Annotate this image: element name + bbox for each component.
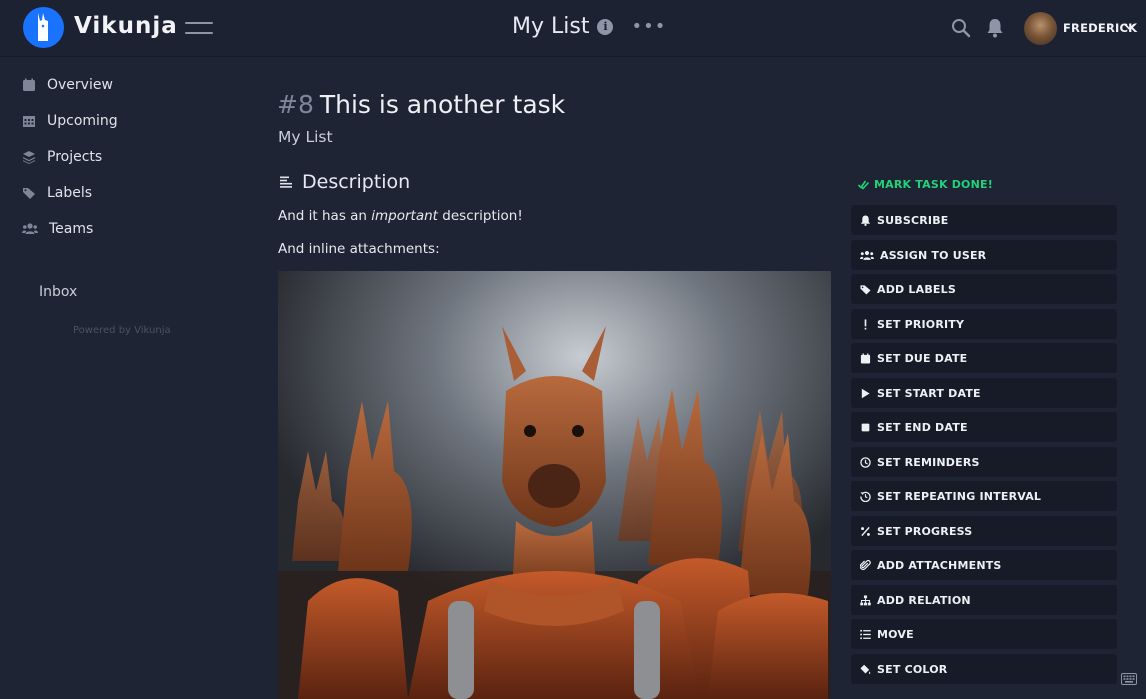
set-repeating-interval-button[interactable]: SET REPEATING INTERVAL bbox=[851, 481, 1117, 511]
subscribe-label: SUBSCRIBE bbox=[877, 213, 949, 227]
task-project-link[interactable]: My List bbox=[278, 128, 333, 146]
description-text: And it has an bbox=[278, 208, 367, 224]
play-icon bbox=[861, 388, 870, 398]
more-options-icon[interactable]: ••• bbox=[631, 17, 666, 36]
subscribe-button[interactable]: SUBSCRIBE bbox=[851, 205, 1117, 235]
set-reminders-label: SET REMINDERS bbox=[877, 455, 980, 469]
percent-icon bbox=[861, 526, 870, 536]
llama-illustration bbox=[278, 271, 831, 699]
history-icon bbox=[860, 491, 871, 502]
sitemap-icon bbox=[860, 594, 871, 605]
assign-to-user-label: ASSIGN TO USER bbox=[880, 248, 987, 262]
sidebar-item-teams[interactable]: Teams bbox=[22, 221, 93, 237]
set-color-label: SET COLOR bbox=[877, 662, 948, 676]
mark-task-done-label: MARK TASK DONE! bbox=[874, 178, 993, 191]
paperclip-icon bbox=[860, 559, 871, 570]
add-attachments-label: ADD ATTACHMENTS bbox=[877, 558, 1002, 572]
sidebar-item-label: Overview bbox=[47, 77, 113, 93]
sidebar-item-labels[interactable]: Labels bbox=[22, 185, 92, 201]
inline-attachment-image[interactable] bbox=[278, 271, 831, 699]
fill-drip-icon bbox=[860, 664, 871, 674]
set-priority-label: SET PRIORITY bbox=[877, 317, 965, 331]
keyboard-shortcuts-icon[interactable] bbox=[1121, 673, 1137, 685]
set-start-date-label: SET START DATE bbox=[877, 386, 981, 400]
list-title[interactable]: My List bbox=[512, 14, 589, 39]
add-relation-button[interactable]: ADD RELATION bbox=[851, 585, 1117, 615]
sidebar-item-label: Teams bbox=[49, 221, 94, 237]
info-icon[interactable]: i bbox=[597, 18, 614, 35]
description-emphasis: important bbox=[371, 208, 438, 224]
bell-icon bbox=[860, 214, 871, 226]
sidebar-item-upcoming[interactable]: Upcoming bbox=[22, 113, 118, 129]
exclamation-icon bbox=[864, 318, 867, 330]
set-color-button[interactable]: SET COLOR bbox=[851, 654, 1117, 684]
search-icon[interactable] bbox=[951, 18, 971, 38]
description-line-1[interactable]: And it has an important description! bbox=[278, 208, 523, 224]
double-check-icon bbox=[858, 180, 869, 190]
task-title[interactable]: This is another task bbox=[320, 90, 565, 119]
sidebar-item-label: Projects bbox=[47, 149, 103, 165]
sidebar-item-inbox[interactable]: Inbox bbox=[39, 284, 77, 300]
sidebar-item-label: Labels bbox=[47, 185, 93, 201]
tags-icon bbox=[23, 188, 35, 199]
user-avatar[interactable] bbox=[1024, 12, 1057, 45]
add-labels-button[interactable]: ADD LABELS bbox=[851, 274, 1117, 304]
sidebar-item-overview[interactable]: Overview bbox=[22, 77, 113, 93]
set-repeating-interval-label: SET REPEATING INTERVAL bbox=[877, 489, 1042, 503]
set-end-date-button[interactable]: SET END DATE bbox=[851, 412, 1117, 442]
layers-icon bbox=[23, 151, 35, 164]
align-left-icon bbox=[280, 176, 292, 188]
menu-toggle-icon[interactable] bbox=[185, 20, 213, 36]
notifications-bell-icon[interactable] bbox=[986, 18, 1004, 38]
users-icon bbox=[22, 223, 38, 234]
set-start-date-button[interactable]: SET START DATE bbox=[851, 378, 1117, 408]
brand-name[interactable]: Vikunja bbox=[74, 13, 178, 39]
list-title-group: My List i ••• bbox=[512, 14, 666, 39]
set-end-date-label: SET END DATE bbox=[877, 420, 968, 434]
move-button[interactable]: MOVE bbox=[851, 619, 1117, 649]
move-label: MOVE bbox=[877, 627, 914, 641]
description-text: description! bbox=[442, 208, 523, 224]
description-line-2[interactable]: And inline attachments: bbox=[278, 241, 440, 257]
sidebar-item-projects[interactable]: Projects bbox=[22, 149, 102, 165]
assign-to-user-button[interactable]: ASSIGN TO USER bbox=[851, 240, 1117, 270]
chevron-down-icon[interactable] bbox=[1124, 23, 1135, 31]
set-reminders-button[interactable]: SET REMINDERS bbox=[851, 447, 1117, 477]
set-due-date-label: SET DUE DATE bbox=[877, 351, 968, 365]
users-icon bbox=[860, 250, 874, 260]
task-number: #8 bbox=[277, 90, 314, 119]
calendar-icon bbox=[860, 352, 871, 364]
set-priority-button[interactable]: SET PRIORITY bbox=[851, 309, 1117, 339]
description-heading-label: Description bbox=[302, 171, 411, 193]
add-relation-label: ADD RELATION bbox=[877, 593, 971, 607]
task-heading: #8 This is another task bbox=[277, 90, 565, 119]
sidebar-item-label: Upcoming bbox=[47, 113, 118, 129]
stop-icon bbox=[861, 423, 870, 431]
description-heading: Description bbox=[280, 171, 410, 193]
add-labels-label: ADD LABELS bbox=[877, 282, 956, 296]
sidebar: Overview Upcoming Projects Labels Teams … bbox=[0, 57, 240, 699]
list-icon bbox=[860, 629, 871, 639]
vikunja-logo-icon[interactable] bbox=[23, 7, 64, 48]
powered-by-link[interactable]: Powered by Vikunja bbox=[73, 325, 171, 336]
mark-task-done-button[interactable]: MARK TASK DONE! bbox=[858, 178, 993, 191]
calendar-icon bbox=[23, 78, 35, 91]
set-progress-label: SET PROGRESS bbox=[877, 524, 973, 538]
set-progress-button[interactable]: SET PROGRESS bbox=[851, 516, 1117, 546]
tags-icon bbox=[860, 284, 871, 295]
top-bar: Vikunja My List i ••• FREDERICK bbox=[0, 0, 1146, 57]
set-due-date-button[interactable]: SET DUE DATE bbox=[851, 343, 1117, 373]
add-attachments-button[interactable]: ADD ATTACHMENTS bbox=[851, 550, 1117, 580]
clock-icon bbox=[860, 456, 871, 468]
calendar-grid-icon bbox=[23, 116, 35, 127]
